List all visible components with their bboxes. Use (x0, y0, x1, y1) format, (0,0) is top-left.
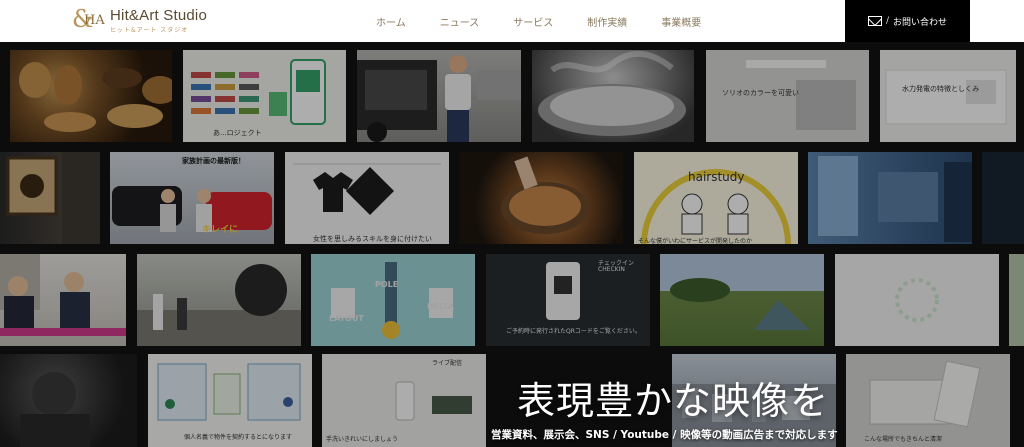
tile-towel[interactable]: こんな場所でもきちんと清潔 (846, 354, 1010, 447)
brand-logo[interactable]: & HA Hit&Art Studio ヒット&アート スタジオ (72, 6, 207, 34)
tent-field-illustration (670, 278, 810, 330)
tile-hydro-tv[interactable]: 水力発電の特徴としくみ (880, 50, 1016, 142)
pottery-illustration (19, 62, 172, 132)
tile-pole-diagram[interactable]: POLE DELTA LAYOUT (311, 254, 475, 346)
brand-tagline: ヒット&アート スタジオ (110, 26, 189, 34)
tile-edge-green[interactable] (1009, 254, 1024, 346)
logo-monogram-icon: & HA (72, 5, 105, 33)
logo-text: Hit&Art Studio ヒット&アート スタジオ (110, 7, 207, 34)
tile-night-portrait[interactable] (0, 354, 137, 447)
app-promo-illustration (191, 59, 326, 125)
tile-tent-field[interactable] (660, 254, 824, 346)
tile-office-window[interactable] (808, 152, 972, 244)
tile-pottery[interactable] (10, 50, 172, 142)
hydro-title: 水力発電の特徴としくみ (902, 85, 980, 93)
envelope-icon (867, 16, 882, 26)
tile-wood-sign[interactable] (0, 152, 100, 244)
tshirt-illustration (293, 163, 441, 216)
brand-name: Hit&Art Studio (110, 6, 208, 24)
checkin-en: CHECKIN (598, 266, 625, 273)
layout-label: LAYOUT (329, 314, 364, 323)
floor-plan-caption: 個人名義で物件を契約するとになります (184, 434, 293, 441)
hero-subline: 営業資料、展示会、SNS / Youtube / 映像等の動画広告まで対応します (491, 429, 838, 441)
pole-label: POLE (375, 280, 399, 289)
tile-cooking[interactable] (459, 152, 623, 244)
interview-illustration (0, 254, 126, 336)
tile-handwash[interactable]: ライブ配信 手洗いきれいにしましょう (322, 354, 486, 447)
tile-dark-edge[interactable] (982, 152, 1024, 244)
tile-shade (1009, 254, 1024, 346)
outdoor-walk-illustration (137, 264, 301, 346)
tile-checkin[interactable]: チェックイン CHECKIN ご予約時に発行されたQRコードをご覧ください。 (486, 254, 650, 346)
hairstudy-caption: そんな僕がいわにサービスが開発したのか (638, 238, 753, 244)
nav-home[interactable]: ホーム (376, 14, 406, 29)
tile-steam-pot[interactable] (532, 50, 694, 142)
tile-shade (982, 152, 1024, 244)
tile-family-car[interactable]: 家族計画の最新版！ キレイに (110, 152, 274, 244)
tile-outdoor-walk[interactable] (137, 254, 301, 346)
nav-works[interactable]: 制作実績 (587, 14, 627, 29)
hydro-tv-illustration (885, 69, 1007, 125)
tile-ev-car[interactable]: ソリオのカラーを可愛い (706, 50, 869, 142)
nav-news[interactable]: ニュース (440, 14, 480, 29)
office-window-illustration (818, 156, 972, 242)
nav-company[interactable]: 事業概要 (661, 14, 701, 29)
pole-diagram-illustration (331, 262, 453, 339)
delta-label: DELTA (427, 302, 454, 311)
tile-car-presenter[interactable] (357, 50, 521, 142)
tile-app-promo[interactable]: あ...ロジェクト (183, 50, 346, 142)
tile-tshirt[interactable]: 女性を思しみるスキルを身に付けたい (285, 152, 449, 244)
tshirt-caption: 女性を思しみるスキルを身に付けたい (313, 235, 432, 243)
hero-headline: 表現豊かな映像を (517, 379, 830, 423)
portfolio-mosaic: あ...ロジェクト ソリオのカラーを可愛い 水力発電の特徴としくみ 家族計画の最… (0, 42, 1024, 447)
site-header: & HA Hit&Art Studio ヒット&アート スタジオ ホーム ニュース… (0, 0, 1024, 42)
tile-hairstudy[interactable]: hairstudy そんな僕がいわにサービスが開発したのか (634, 152, 798, 244)
steam-pot-illustration (538, 50, 686, 136)
wood-sign-illustration (6, 152, 100, 244)
car-presenter-illustration (357, 55, 521, 142)
car-caption: キレイに (202, 225, 239, 235)
hairstudy-title: hairstudy (688, 170, 745, 184)
live-caption: ライブ配信 (432, 360, 463, 367)
app-promo-caption: あ...ロジェクト (213, 129, 262, 137)
tile-loading-circle[interactable] (835, 254, 999, 346)
contact-button[interactable]: / お問い合わせ (845, 0, 970, 42)
cooking-illustration (501, 156, 589, 234)
main-nav: ホーム ニュース サービス 制作実績 事業概要 (376, 0, 735, 42)
handwash-caption: 手洗いきれいにしましょう (326, 436, 399, 443)
night-portrait-illustration (20, 372, 90, 447)
ev-caption: ソリオのカラーを可愛い (722, 89, 799, 97)
contact-label: お問い合わせ (893, 17, 948, 28)
family-headline: 家族計画の最新版！ (182, 157, 245, 165)
towel-caption: こんな場所でもきちんと清潔 (864, 436, 943, 443)
loading-circle-illustration (895, 278, 939, 322)
nav-services[interactable]: サービス (513, 14, 553, 29)
checkin-caption: ご予約時に発行されたQRコードをご覧ください。 (506, 328, 641, 335)
tile-interview[interactable] (0, 254, 126, 346)
hairstudy-illustration (641, 169, 791, 244)
tile-floor-plan[interactable]: 個人名義で物件を契約するとになります (148, 354, 312, 447)
contact-slash: / (885, 16, 890, 26)
